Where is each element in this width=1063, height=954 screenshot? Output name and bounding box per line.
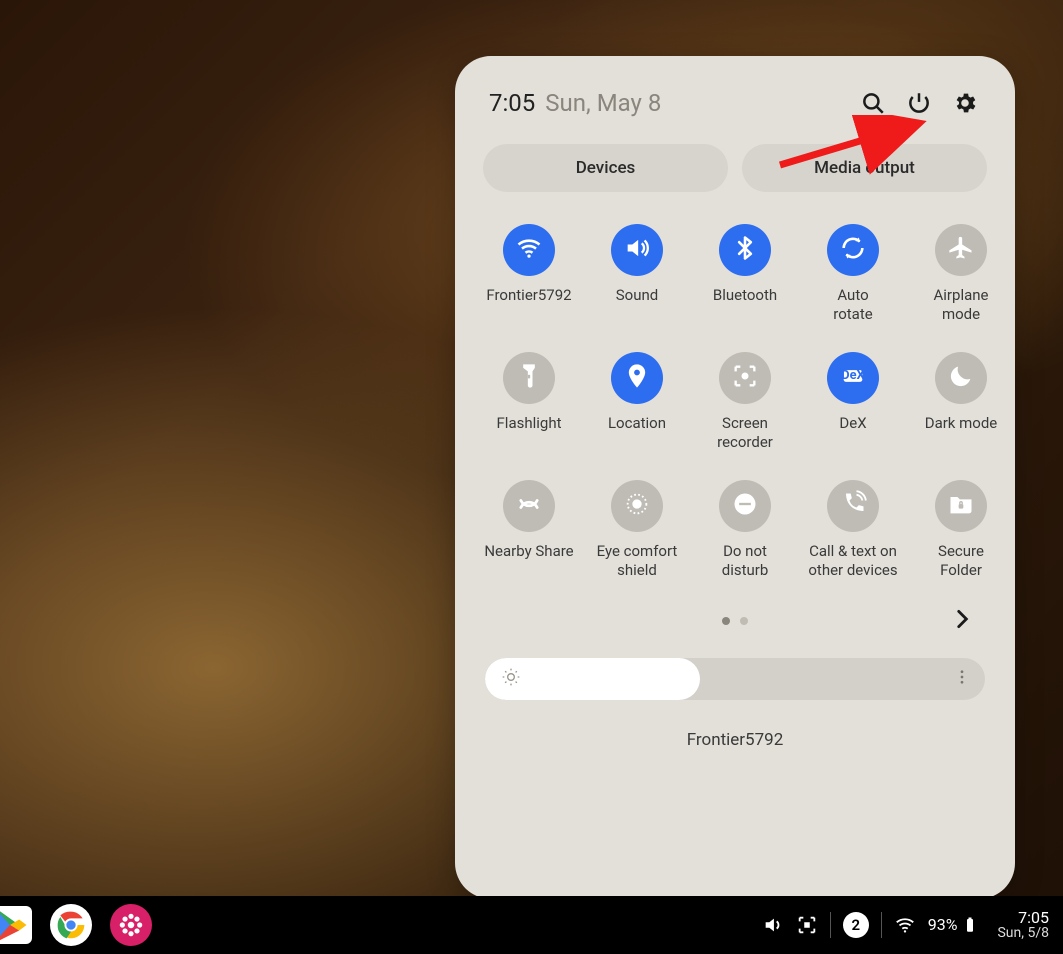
- quick-settings-panel: 7:05 Sun, May 8 Devices Media output Fro…: [455, 56, 1015, 899]
- wifi-icon: [515, 234, 543, 266]
- screen-recorder-icon: [731, 362, 759, 394]
- tile-eye-comfort-shield[interactable]: A Eye comfortshield: [585, 480, 689, 580]
- tile-location[interactable]: Location: [585, 352, 689, 452]
- tile-do-not-disturb[interactable]: Do notdisturb: [693, 480, 797, 580]
- dex-icon: DeX: [839, 362, 867, 394]
- media-output-button[interactable]: Media output: [742, 144, 987, 192]
- gallery-app-icon[interactable]: [110, 904, 152, 946]
- battery-percent: 93%: [928, 915, 958, 934]
- tile-airplane-mode[interactable]: Airplanemode: [909, 224, 1013, 324]
- tile-dex[interactable]: DeX DeX: [801, 352, 905, 452]
- search-icon[interactable]: [857, 87, 889, 119]
- tile-label: Eye comfortshield: [585, 542, 689, 580]
- moon-icon: [947, 362, 975, 394]
- tile-nearby-share[interactable]: Nearby Share: [477, 480, 581, 580]
- panel-header: 7:05 Sun, May 8: [489, 86, 981, 120]
- tile-auto-rotate[interactable]: Autorotate: [801, 224, 905, 324]
- taskbar-wifi-icon[interactable]: [894, 914, 916, 936]
- power-icon[interactable]: [903, 87, 935, 119]
- svg-text:A: A: [635, 500, 640, 508]
- tile-bluetooth[interactable]: Bluetooth: [693, 224, 797, 324]
- sound-icon: [623, 234, 651, 266]
- network-footer: Frontier5792: [477, 730, 993, 750]
- tile-label: Sound: [585, 286, 689, 324]
- eye-comfort-icon: A: [623, 490, 651, 522]
- quick-tiles-grid: Frontier5792 Sound Bluetooth Autorotate …: [477, 224, 993, 580]
- battery-icon: [961, 916, 979, 934]
- clock-time: 7:05: [489, 89, 535, 117]
- call-text-icon: [839, 490, 867, 522]
- brightness-sun-icon: [501, 667, 521, 691]
- taskbar-date: Sun, 5/8: [997, 926, 1049, 941]
- location-pin-icon: [623, 362, 651, 394]
- taskbar: 2 93% 7:05 Sun, 5/8: [0, 896, 1063, 954]
- chevron-right-icon[interactable]: [949, 606, 975, 636]
- chrome-app-icon[interactable]: [50, 904, 92, 946]
- flashlight-icon: [515, 362, 543, 394]
- tile-call-text-other-devices[interactable]: Call & text onother devices: [801, 480, 905, 580]
- play-store-app-icon[interactable]: [0, 906, 32, 944]
- page-dot-1[interactable]: [722, 617, 730, 625]
- page-dot-2[interactable]: [740, 617, 748, 625]
- tile-sound[interactable]: Sound: [585, 224, 689, 324]
- taskbar-separator: [881, 912, 882, 938]
- notification-count-badge[interactable]: 2: [843, 912, 869, 938]
- taskbar-time: 7:05: [997, 909, 1049, 927]
- tile-wifi[interactable]: Frontier5792: [477, 224, 581, 324]
- tile-secure-folder[interactable]: SecureFolder: [909, 480, 1013, 580]
- tile-label: SecureFolder: [909, 542, 1013, 580]
- tile-label: Frontier5792: [477, 286, 581, 324]
- tile-label: Call & text onother devices: [801, 542, 905, 580]
- tile-dark-mode[interactable]: Dark mode: [909, 352, 1013, 452]
- tile-label: Bluetooth: [693, 286, 797, 324]
- pager: [477, 606, 993, 636]
- taskbar-volume-icon[interactable]: [762, 914, 784, 936]
- tile-label: Do notdisturb: [693, 542, 797, 580]
- battery-status[interactable]: 93%: [928, 915, 980, 934]
- tile-label: Location: [585, 414, 689, 452]
- tile-flashlight[interactable]: Flashlight: [477, 352, 581, 452]
- bluetooth-icon: [731, 234, 759, 266]
- taskbar-clock[interactable]: 7:05 Sun, 5/8: [997, 909, 1049, 942]
- tile-label: Airplanemode: [909, 286, 1013, 324]
- devices-button[interactable]: Devices: [483, 144, 728, 192]
- tile-label: Flashlight: [477, 414, 581, 452]
- tile-label: Dark mode: [909, 414, 1013, 452]
- brightness-slider[interactable]: [485, 658, 985, 700]
- tile-label: DeX: [801, 414, 905, 452]
- taskbar-screenshot-icon[interactable]: [796, 914, 818, 936]
- tile-label: Autorotate: [801, 286, 905, 324]
- do-not-disturb-icon: [731, 490, 759, 522]
- pill-row: Devices Media output: [483, 144, 987, 192]
- tile-label: Screenrecorder: [693, 414, 797, 452]
- tile-label: Nearby Share: [477, 542, 581, 580]
- clock-date: Sun, May 8: [545, 89, 661, 117]
- slider-more-icon[interactable]: [953, 668, 971, 690]
- settings-gear-icon[interactable]: [949, 87, 981, 119]
- airplane-icon: [947, 234, 975, 266]
- secure-folder-icon: [947, 490, 975, 522]
- tile-screen-recorder[interactable]: Screenrecorder: [693, 352, 797, 452]
- nearby-share-icon: [515, 490, 543, 522]
- auto-rotate-icon: [839, 234, 867, 266]
- svg-text:DeX: DeX: [841, 368, 865, 383]
- taskbar-separator: [830, 912, 831, 938]
